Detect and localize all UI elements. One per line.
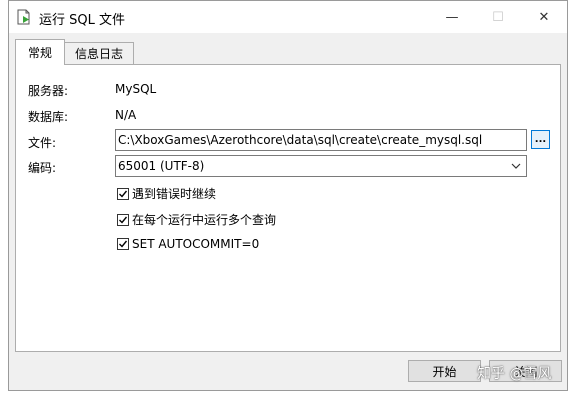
run-sql-file-dialog: 运行 SQL 文件 — ☐ ✕ 常规 信息日志 服务器: MySQL 数据库: … <box>8 0 568 391</box>
browse-file-button[interactable]: ... <box>531 130 550 149</box>
multiple-queries-checkbox[interactable] <box>117 213 129 226</box>
file-path-input[interactable]: C:\XboxGames\Azerothcore\data\sql\create… <box>115 129 527 151</box>
sql-file-run-icon <box>17 9 32 25</box>
tab-message-log[interactable]: 信息日志 <box>65 42 134 64</box>
watermark-text: 知乎 @雪风 <box>477 366 552 382</box>
close-window-button[interactable]: ✕ <box>521 1 567 33</box>
encoding-select[interactable]: 65001 (UTF-8) <box>115 155 527 177</box>
close-icon: ✕ <box>538 9 550 25</box>
minimize-icon: — <box>445 9 459 25</box>
option-continue-on-error[interactable]: 遇到错误时继续 <box>117 185 216 202</box>
server-label: 服务器: <box>28 84 69 98</box>
continue-on-error-checkbox[interactable] <box>117 187 129 200</box>
encoding-label: 编码: <box>28 161 57 175</box>
check-icon <box>119 190 128 198</box>
multiple-queries-label: 在每个运行中运行多个查询 <box>132 213 277 227</box>
title-bar[interactable]: 运行 SQL 文件 — ☐ ✕ <box>9 1 567 33</box>
tab-general[interactable]: 常规 <box>15 39 65 65</box>
encoding-selected-value: 65001 (UTF-8) <box>118 159 205 173</box>
chevron-down-icon <box>510 160 522 172</box>
database-label: 数据库: <box>28 110 69 124</box>
file-path-text: C:\XboxGames\Azerothcore\data\sql\create… <box>118 133 483 147</box>
option-autocommit[interactable]: SET AUTOCOMMIT=0 <box>117 237 259 251</box>
file-label: 文件: <box>28 136 57 150</box>
ellipsis-icon: ... <box>534 134 547 145</box>
window-title: 运行 SQL 文件 <box>39 13 125 28</box>
server-value: MySQL <box>115 82 157 96</box>
autocommit-checkbox[interactable] <box>117 238 129 250</box>
start-button[interactable]: 开始 <box>408 360 481 382</box>
check-icon <box>119 216 128 224</box>
maximize-icon: ☐ <box>492 9 504 25</box>
database-value: N/A <box>115 108 137 122</box>
option-multiple-queries[interactable]: 在每个运行中运行多个查询 <box>117 211 276 228</box>
maximize-button[interactable]: ☐ <box>475 1 521 33</box>
autocommit-label: SET AUTOCOMMIT=0 <box>132 237 260 251</box>
general-tab-panel: 服务器: MySQL 数据库: N/A 文件: C:\XboxGames\Aze… <box>15 64 561 352</box>
continue-on-error-label: 遇到错误时继续 <box>132 187 217 201</box>
check-icon <box>119 240 128 248</box>
minimize-button[interactable]: — <box>429 1 475 33</box>
